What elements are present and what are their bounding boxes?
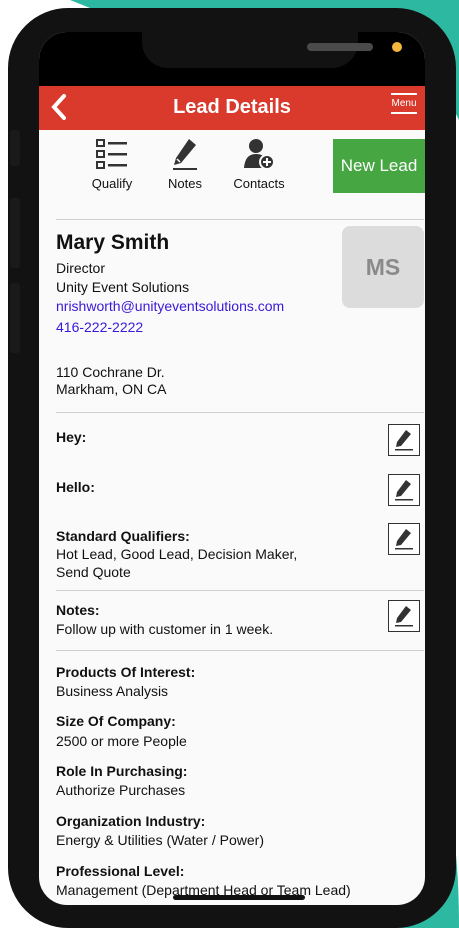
divider	[56, 219, 424, 220]
contacts-button[interactable]: Contacts	[229, 136, 289, 191]
side-button	[10, 283, 20, 353]
notes-button[interactable]: Notes	[165, 136, 205, 191]
divider	[56, 590, 424, 591]
add-contact-icon	[244, 139, 275, 170]
menu-button[interactable]: Menu	[391, 90, 417, 122]
edit-hello-button[interactable]	[388, 474, 420, 506]
menu-icon	[391, 93, 417, 95]
new-lead-button[interactable]: New Lead	[333, 139, 425, 193]
products-value: Business Analysis	[56, 683, 169, 699]
camera-icon	[392, 42, 402, 52]
contact-name: Mary Smith	[56, 231, 170, 254]
toolbar: Qualify Notes Contacts New Lead	[39, 130, 425, 220]
divider	[56, 650, 424, 651]
menu-label: Menu	[391, 98, 417, 109]
qualifiers-value: Hot Lead, Good Lead, Decision Maker,	[56, 546, 298, 562]
app-header: Lead Details Menu	[39, 86, 425, 130]
role-value: Authorize Purchases	[56, 782, 186, 798]
contact-title: Director	[56, 260, 106, 276]
side-button	[10, 130, 20, 166]
notes-value: Follow up with customer in 1 week.	[56, 621, 274, 637]
hello-label: Hello:	[56, 479, 95, 495]
avatar: MS	[342, 226, 424, 308]
phone-link[interactable]: 416-222-2222	[56, 319, 143, 335]
size-label: Size Of Company:	[56, 713, 176, 729]
pencil-icon	[173, 139, 197, 170]
notch	[142, 32, 402, 68]
qualifiers-value: Send Quote	[56, 564, 131, 580]
industry-value: Energy & Utilities (Water / Power)	[56, 832, 264, 848]
contacts-label: Contacts	[233, 176, 285, 191]
qualifiers-label: Standard Qualifiers:	[56, 528, 190, 544]
pencil-icon	[395, 480, 413, 501]
role-label: Role In Purchasing:	[56, 763, 188, 779]
pencil-icon	[395, 529, 413, 550]
side-button	[10, 198, 20, 268]
divider	[56, 412, 424, 413]
edit-qualifiers-button[interactable]	[388, 523, 420, 555]
pencil-icon	[395, 430, 413, 451]
notes-label: Notes:	[56, 602, 100, 618]
pencil-icon	[395, 606, 413, 627]
notes-label: Notes	[168, 176, 202, 191]
hey-label: Hey:	[56, 429, 87, 445]
products-label: Products Of Interest:	[56, 664, 196, 680]
qualify-button[interactable]: Qualify	[89, 136, 135, 191]
edit-hey-button[interactable]	[388, 424, 420, 456]
app-screen: Lead Details Menu Qualify Notes Contacts…	[39, 32, 425, 905]
company-name: Unity Event Solutions	[56, 279, 190, 295]
checklist-icon	[96, 139, 127, 169]
address-line2: Markham, ON CA	[56, 381, 167, 397]
menu-icon-bar	[391, 112, 417, 114]
edit-notes-button[interactable]	[388, 600, 420, 632]
email-link[interactable]: nrishworth@unityeventsolutions.com	[56, 298, 284, 314]
industry-label: Organization Industry:	[56, 813, 206, 829]
speaker-icon	[307, 43, 373, 51]
level-label: Professional Level:	[56, 863, 185, 879]
home-indicator[interactable]	[173, 895, 305, 900]
page-title: Lead Details	[173, 96, 291, 118]
address-line1: 110 Cochrane Dr.	[56, 364, 165, 380]
size-value: 2500 or more People	[56, 733, 187, 749]
qualify-label: Qualify	[91, 176, 133, 191]
